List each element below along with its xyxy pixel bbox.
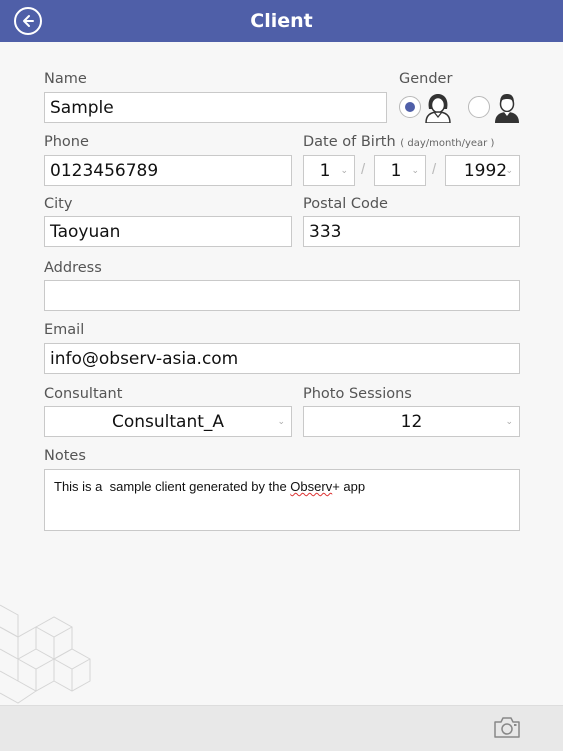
postal-code-input[interactable]: 333 [303,216,520,247]
city-label: City [44,196,73,212]
name-input[interactable]: Sample [44,92,387,123]
gender-male-radio[interactable] [468,96,490,118]
chevron-down-icon: ⌄ [277,416,285,427]
date-separator: / [361,161,366,178]
photo-sessions-value: 12 [400,411,423,432]
notes-label: Notes [44,448,86,464]
dob-format-hint: ( day/month/year ) [400,138,495,149]
notes-text-end: + app [332,479,366,494]
city-input[interactable]: Taoyuan [44,216,292,247]
dob-month-value: 1 [390,160,402,181]
radio-selected-dot [405,102,415,112]
dob-day-select[interactable]: 1 ⌄ [303,155,355,186]
consultant-select[interactable]: Consultant_A ⌄ [44,406,292,437]
dob-label-text: Date of Birth [303,134,396,150]
address-input[interactable] [44,280,520,311]
date-separator: / [432,161,437,178]
male-avatar-icon [495,94,519,123]
dob-year-select[interactable]: 1992 ⌄ [445,155,520,186]
dob-label: Date of Birth ( day/month/year ) [303,134,494,150]
postal-code-value: 333 [309,221,342,242]
name-value: Sample [50,97,114,118]
female-avatar-icon [425,94,451,123]
chevron-down-icon: ⌄ [505,165,513,176]
consultant-value: Consultant_A [111,411,225,432]
dob-month-select[interactable]: 1 ⌄ [374,155,426,186]
gender-female-radio[interactable] [399,96,421,118]
gender-label: Gender [399,71,453,87]
dob-year-value: 1992 [463,160,508,181]
phone-label: Phone [44,134,89,150]
photo-sessions-label: Photo Sessions [303,386,412,402]
chevron-down-icon: ⌄ [411,165,419,176]
decorative-cube-pattern [0,604,91,704]
email-value: info@observ-asia.com [50,348,239,369]
city-value: Taoyuan [50,221,121,242]
name-label: Name [44,71,87,87]
notes-misspelled-word: Observ [290,479,333,494]
photo-sessions-select[interactable]: 12 ⌄ [303,406,520,437]
postal-code-label: Postal Code [303,196,388,212]
back-arrow-icon [23,15,34,27]
chevron-down-icon: ⌄ [340,165,348,176]
notes-textarea[interactable]: This is a sample client generated by the… [44,469,520,531]
email-input[interactable]: info@observ-asia.com [44,343,520,374]
phone-input[interactable]: 0123456789 [44,155,292,186]
page-title: Client [250,10,313,32]
camera-icon[interactable] [493,715,521,739]
phone-value: 0123456789 [50,160,159,181]
chevron-down-icon: ⌄ [505,416,513,427]
email-label: Email [44,322,85,338]
header-bar: Client [0,0,563,42]
address-label: Address [44,260,102,276]
footer-bar [0,705,563,751]
back-button[interactable] [14,7,42,35]
dob-day-value: 1 [319,160,331,181]
consultant-label: Consultant [44,386,123,402]
notes-text: This is a sample client generated by the [54,479,291,494]
